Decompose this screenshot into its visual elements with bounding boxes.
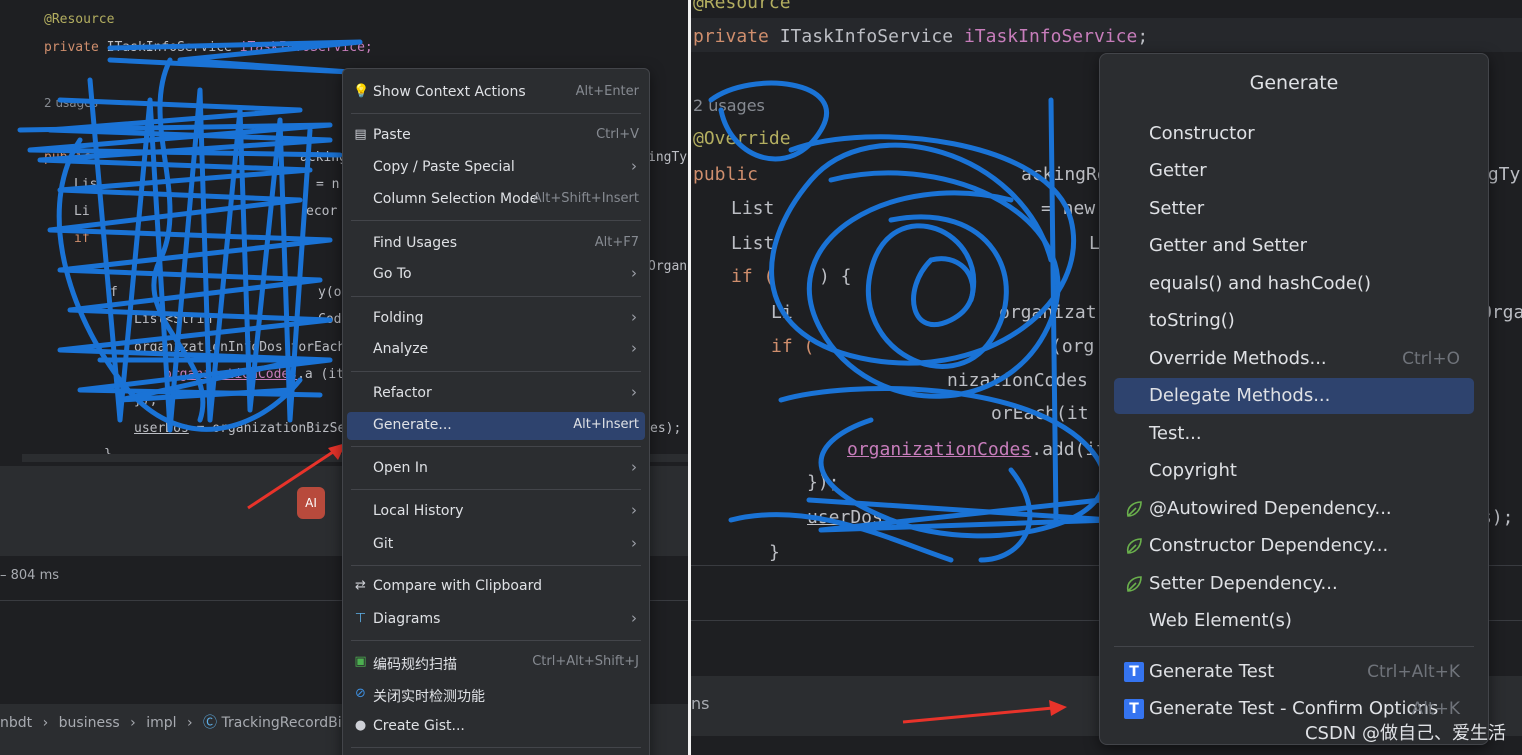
menu-item-find-usages[interactable]: Find Usages Alt+F7	[347, 230, 645, 258]
chevron-right-icon: ›	[631, 157, 637, 175]
generate-popup: Generate Constructor Getter Setter Gette…	[1099, 53, 1489, 745]
diagram-icon: ⊤	[354, 611, 367, 626]
menu-item-diagrams[interactable]: ⊤ Diagrams ›	[347, 606, 645, 634]
generate-item-delegate-methods[interactable]: Delegate Methods...	[1114, 378, 1474, 414]
menu-item-copy-paste-special[interactable]: Copy / Paste Special ›	[347, 154, 645, 182]
menu-separator	[351, 489, 641, 490]
chevron-right-icon: ›	[631, 339, 637, 357]
generate-item-constructor[interactable]: Constructor	[1114, 116, 1474, 152]
generate-item-generate-test[interactable]: T Generate Test Ctrl+Alt+K	[1114, 654, 1474, 690]
generate-item-autowired-dependency[interactable]: @Autowired Dependency...	[1114, 491, 1474, 527]
generate-item-getter-setter[interactable]: Getter and Setter	[1114, 228, 1474, 264]
test-t-icon: T	[1124, 662, 1144, 682]
menu-item-folding[interactable]: Folding ›	[347, 305, 645, 333]
menu-separator	[351, 371, 641, 372]
chevron-right-icon: ›	[631, 534, 637, 552]
paste-icon: ▤	[354, 127, 367, 142]
menu-separator	[351, 565, 641, 566]
menu-item-git[interactable]: Git ›	[347, 531, 645, 559]
chevron-right-icon: ›	[631, 458, 637, 476]
popup-title: Generate	[1249, 72, 1339, 94]
generate-item-override-methods[interactable]: Override Methods... Ctrl+O	[1114, 341, 1474, 377]
chevron-right-icon: ›	[631, 501, 637, 519]
generate-item-getter[interactable]: Getter	[1114, 153, 1474, 189]
menu-item-open-in[interactable]: Open In ›	[347, 455, 645, 483]
spring-leaf-icon	[1126, 576, 1142, 592]
menu-separator	[351, 220, 641, 221]
compare-icon: ⇄	[355, 578, 366, 593]
menu-item-disable-realtime[interactable]: ⊘ 关闭实时检测功能	[347, 681, 645, 709]
scan-icon: ▣	[354, 654, 367, 669]
disable-icon: ⊘	[355, 686, 366, 701]
github-icon: ●	[354, 718, 367, 733]
generate-item-tostring[interactable]: toString()	[1114, 303, 1474, 339]
test-t-icon: T	[1124, 699, 1144, 719]
generate-item-setter-dependency[interactable]: Setter Dependency...	[1114, 566, 1474, 602]
csdn-watermark: CSDN @做自己、爱生活	[1304, 723, 1506, 744]
menu-item-analyze[interactable]: Analyze ›	[347, 336, 645, 364]
menu-item-column-selection-mode[interactable]: Column Selection Mode Alt+Shift+Insert	[347, 186, 645, 214]
menu-item-generate[interactable]: Generate... Alt+Insert	[347, 412, 645, 440]
spring-leaf-icon	[1126, 538, 1142, 554]
menu-item-code-scan[interactable]: ▣ 编码规约扫描 Ctrl+Alt+Shift+J	[347, 649, 645, 677]
generate-item-test[interactable]: Test...	[1114, 416, 1474, 452]
generate-item-constructor-dependency[interactable]: Constructor Dependency...	[1114, 528, 1474, 564]
menu-item-go-to[interactable]: Go To ›	[347, 261, 645, 289]
generate-item-web-elements[interactable]: Web Element(s)	[1114, 603, 1474, 639]
chevron-right-icon: ›	[631, 308, 637, 326]
chevron-right-icon: ›	[631, 383, 637, 401]
menu-item-local-history[interactable]: Local History ›	[347, 498, 645, 526]
menu-separator	[351, 446, 641, 447]
menu-item-refactor[interactable]: Refactor ›	[347, 380, 645, 408]
menu-separator	[1114, 646, 1474, 647]
menu-separator	[351, 640, 641, 641]
menu-separator	[351, 296, 641, 297]
menu-item-show-context-actions[interactable]: 💡 Show Context Actions Alt+Enter	[347, 79, 645, 107]
left-ide-screenshot: @Resource private ITaskInfoService iTask…	[0, 0, 691, 755]
chevron-right-icon: ›	[631, 609, 637, 627]
spring-leaf-icon	[1126, 501, 1142, 517]
menu-separator	[351, 113, 641, 114]
generate-item-setter[interactable]: Setter	[1114, 191, 1474, 227]
lightbulb-icon: 💡	[353, 84, 370, 99]
menu-item-compare-clipboard[interactable]: ⇄ Compare with Clipboard	[347, 573, 645, 601]
menu-item-paste[interactable]: ▤ Paste Ctrl+V	[347, 122, 645, 150]
context-menu: 💡 Show Context Actions Alt+Enter ▤ Paste Ctr…	[342, 68, 650, 755]
chevron-right-icon: ›	[631, 264, 637, 282]
menu-separator	[351, 747, 641, 748]
generate-item-equals-hashcode[interactable]: equals() and hashCode()	[1114, 266, 1474, 302]
generate-item-copyright[interactable]: Copyright	[1114, 453, 1474, 489]
menu-item-create-gist[interactable]: ● Create Gist...	[347, 713, 645, 741]
